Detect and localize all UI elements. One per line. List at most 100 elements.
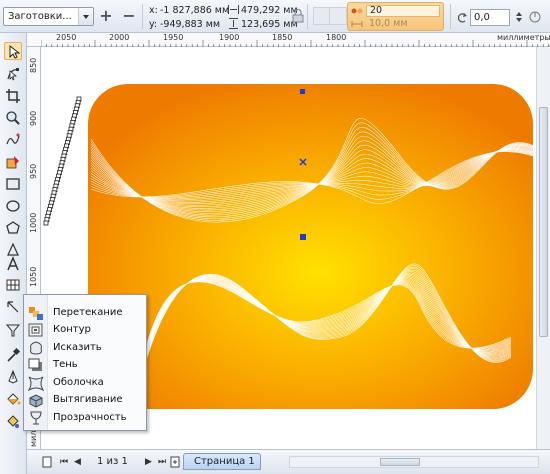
- y-position-field[interactable]: y: -949,883 мм: [149, 19, 220, 30]
- drop-shadow-icon: [28, 358, 42, 371]
- table-tool[interactable]: [4, 276, 22, 294]
- dimension-tool[interactable]: [4, 298, 22, 316]
- remove-preset-icon[interactable]: −: [121, 8, 137, 24]
- flyout-item-contour[interactable]: Контур: [24, 322, 146, 339]
- presets-dropdown[interactable]: Заготовки...: [3, 7, 94, 26]
- interactive-fill-tool[interactable]: [4, 412, 22, 430]
- fill-tool[interactable]: [4, 390, 22, 408]
- pick-tool[interactable]: [4, 42, 22, 60]
- lock-ratio-icon[interactable]: [292, 9, 304, 23]
- blend-step-square: [43, 220, 49, 226]
- smart-fill-tool[interactable]: [4, 153, 22, 171]
- ruler-tick-label: 950: [29, 163, 38, 179]
- ruler-tick-label: 1000: [29, 212, 38, 233]
- rotation-input[interactable]: 0,0: [470, 9, 510, 26]
- vertical-scrollbar[interactable]: [536, 47, 550, 449]
- ruler-tick-label: 1050: [29, 266, 38, 287]
- paint-bucket-icon: [7, 393, 21, 405]
- blend-start-handle[interactable]: [300, 89, 305, 94]
- separator: [307, 4, 308, 29]
- effects-flyout-menu: Перетекание Контур Исказить Тень Оболочк…: [23, 294, 147, 431]
- shape-tool[interactable]: [4, 65, 22, 83]
- flyout-item-label: Прозрачность: [53, 412, 127, 423]
- blend-tool-icon: [5, 324, 21, 337]
- separator: [142, 4, 143, 29]
- polygon-icon: [6, 221, 20, 234]
- interactive-blend-tool[interactable]: [4, 321, 22, 339]
- transparency-icon: [30, 411, 42, 425]
- vertical-scroll-thumb[interactable]: [539, 107, 548, 337]
- chevron-down-icon[interactable]: [78, 8, 93, 25]
- flyout-item-envelope[interactable]: Оболочка: [24, 375, 146, 392]
- page-navigator: ⏮ ◀ 1 из 1 ▶ ⏭ Страница 1: [27, 449, 550, 474]
- ruler-tick-label: 900: [29, 110, 38, 126]
- flyout-item-blend[interactable]: Перетекание: [24, 305, 146, 322]
- next-page-icon[interactable]: ▶: [145, 457, 154, 467]
- width-value: 479,292 мм: [241, 5, 298, 16]
- horizontal-ruler[interactable]: 2050 2000 1950 1900 1850 1800 миллиметры: [27, 33, 550, 47]
- flyout-item-shadow[interactable]: Тень: [24, 357, 146, 374]
- rotate-icon: [457, 13, 467, 23]
- flyout-item-extrude[interactable]: Вытягивание: [24, 392, 146, 409]
- blend-steps-input[interactable]: 20: [366, 5, 440, 17]
- distort-icon: [30, 341, 42, 355]
- flyout-item-label: Перетекание: [53, 307, 123, 318]
- add-preset-icon[interactable]: +: [98, 8, 114, 24]
- height-field[interactable]: 123,695 мм: [228, 18, 298, 30]
- presets-label: Заготовки...: [8, 11, 72, 22]
- x-position-field[interactable]: x: -1 827,886 мм: [149, 5, 229, 16]
- tab-page-1[interactable]: Страница 1: [183, 453, 261, 470]
- blend-spacing-input[interactable]: 10,0 мм: [366, 18, 440, 30]
- horizontal-scroll-thumb[interactable]: [380, 458, 420, 466]
- blend-steps-group: 20 10,0 мм: [347, 2, 444, 31]
- text-a-icon: [7, 256, 19, 271]
- zoom-tool[interactable]: [4, 109, 22, 127]
- flyout-item-transparency[interactable]: Прозрачность: [24, 410, 146, 427]
- polygon-tool[interactable]: [4, 219, 22, 237]
- flyout-item-distort[interactable]: Исказить: [24, 340, 146, 357]
- text-tool[interactable]: [4, 255, 22, 273]
- y-value: -949,883 мм: [160, 19, 221, 30]
- x-value: -1 827,886 мм: [160, 5, 230, 16]
- blend-path-squares[interactable]: [43, 96, 82, 226]
- rotation-group: 0,0: [456, 9, 543, 26]
- outline-pen-tool[interactable]: [4, 368, 22, 386]
- gradient-background-rect[interactable]: [88, 84, 533, 409]
- pointer-arrow-icon: [9, 45, 21, 59]
- rectangle-tool[interactable]: [4, 175, 22, 193]
- interactive-fill-icon: [7, 415, 19, 428]
- last-page-icon[interactable]: ⏭: [158, 457, 167, 467]
- spacing-icon: [351, 21, 363, 27]
- flyout-item-label: Исказить: [53, 342, 102, 353]
- outline-pen-icon: [8, 369, 18, 384]
- flyout-item-label: Контур: [53, 324, 91, 335]
- first-page-icon[interactable]: ⏮: [60, 457, 69, 467]
- crop-tool[interactable]: [4, 87, 22, 105]
- page-counter: 1 из 1: [97, 456, 128, 467]
- eyedropper-tool[interactable]: [4, 346, 22, 364]
- blend-end-handle[interactable]: [300, 234, 306, 240]
- horizontal-scrollbar[interactable]: [289, 456, 539, 468]
- smart-fill-icon: [6, 156, 19, 169]
- page-settings-icon[interactable]: [42, 456, 53, 468]
- contour-icon: [28, 323, 43, 337]
- zoom-magnifier-icon: [6, 111, 20, 125]
- width-icon: [228, 5, 239, 14]
- dimension-icon: [7, 301, 19, 313]
- ellipse-tool[interactable]: [4, 197, 22, 215]
- blend-direction-button[interactable]: [329, 7, 347, 25]
- width-field[interactable]: 479,292 мм: [228, 5, 298, 16]
- property-bar: Заготовки... + − x: -1 827,886 мм y: -949,…: [0, 0, 550, 33]
- eyedropper-icon: [7, 347, 21, 362]
- freehand-icon: [6, 133, 20, 145]
- table-grid-icon: [6, 279, 20, 291]
- flyout-item-label: Тень: [53, 359, 78, 370]
- crop-icon: [6, 89, 20, 103]
- steps-icon: [351, 8, 363, 14]
- previous-page-icon[interactable]: ◀: [74, 457, 83, 467]
- rotation-options-icon[interactable]: [528, 10, 542, 24]
- freehand-tool[interactable]: [4, 131, 22, 149]
- rotation-spinner[interactable]: [514, 11, 524, 24]
- add-page-icon[interactable]: [170, 456, 181, 468]
- flyout-item-label: Вытягивание: [53, 394, 123, 405]
